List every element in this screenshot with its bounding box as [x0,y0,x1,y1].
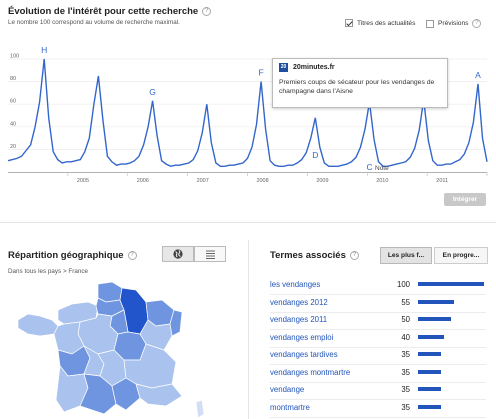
x-tick-label: 2010 [376,178,388,184]
related-term-bar [418,299,455,304]
news-marker-f[interactable]: F [258,68,263,78]
news-marker-d[interactable]: D [312,150,318,160]
related-term-bar [418,282,484,286]
help-icon[interactable]: ? [202,6,212,16]
interest-title-text: Évolution de l'intérêt pour cette recher… [8,6,199,17]
related-term-link[interactable]: vendanges 2011 [270,315,327,324]
related-term-row[interactable]: vendanges 2011 50 [270,312,486,330]
x-tick-label: 2005 [77,178,89,184]
map-view-button[interactable] [162,246,194,262]
related-term-bar [418,317,451,321]
chart-x-axis: 20052006200720082009201020112012 [67,172,496,184]
geo-breadcrumb[interactable]: Dans tous les pays > France [8,268,88,275]
embed-button[interactable]: Intégrer [444,193,486,206]
related-term-row[interactable]: vendanges emploi 40 [270,330,486,348]
related-term-bar [418,369,442,374]
interest-chart[interactable]: 20 40 60 80 100 2005 2006 2007 2008 2009 2010 2011… [0,26,496,191]
geo-title-text: Répartition géographique [8,250,124,261]
interest-title: Évolution de l'intérêt pour cette recher… [8,6,212,17]
y-tick-label: 20 [10,144,16,150]
x-tick-label: 2008 [256,178,268,184]
globe-icon [173,249,183,259]
related-term-link[interactable]: vendanges 2012 [270,298,328,307]
related-term-row[interactable]: montmartre 35 [270,400,486,418]
y-tick-label: 80 [10,76,16,82]
news-marker-h[interactable]: H [41,45,47,55]
section-divider [0,222,496,223]
related-term-row[interactable]: vendange 35 [270,382,486,400]
related-term-row[interactable]: vendanges montmartre 35 [270,365,486,383]
news-marker-c[interactable]: C [366,162,372,172]
related-term-link[interactable]: vendanges emploi [270,333,333,342]
related-term-value: 35 [401,367,410,377]
x-tick-label: 2007 [197,178,209,184]
related-term-value: 100 [396,280,410,289]
list-icon [206,250,215,259]
geo-help-icon[interactable]: ? [127,250,137,260]
related-term-bar [418,334,445,339]
related-term-link[interactable]: vendanges montmartre [270,368,350,377]
related-title-text: Termes associés [270,250,346,261]
related-term-link[interactable]: vendanges tardives [270,350,338,359]
news-source-icon: 20 [279,63,288,72]
related-term-link[interactable]: vendange [270,385,304,394]
column-divider [248,240,249,419]
related-term-bar [418,404,442,409]
geo-title: Répartition géographique? [8,250,137,261]
note-marker[interactable]: Note [375,165,389,172]
related-term-value: 50 [401,315,410,324]
related-term-bar [418,387,442,391]
related-term-link[interactable]: les vendanges [270,280,320,289]
y-tick-label: 100 [10,54,19,60]
news-marker-a[interactable]: A [475,70,481,80]
related-term-value: 55 [401,297,410,307]
related-help-icon[interactable]: ? [349,250,359,260]
news-headline[interactable]: Premiers coups de sécateur pour les vend… [279,78,441,96]
related-term-link[interactable]: montmartre [270,403,310,412]
related-term-value: 35 [401,350,410,359]
x-tick-label: 2011 [436,178,448,184]
tab-top-terms[interactable]: Les plus f... [380,247,432,264]
tab-rising-terms[interactable]: En progre... [434,247,488,264]
news-marker-g[interactable]: G [149,87,156,97]
y-tick-label: 40 [10,121,16,127]
related-title: Termes associés? [270,250,359,261]
interest-subtitle: Le nombre 100 correspond au volume de re… [8,19,180,26]
related-term-row[interactable]: les vendanges 100 [270,277,486,295]
related-term-value: 35 [401,402,410,412]
news-source-name[interactable]: 20minutes.fr [293,64,335,71]
related-term-bar [418,352,442,356]
x-tick-label: 2009 [316,178,328,184]
related-term-value: 40 [401,332,410,342]
chart-y-axis: 20 40 60 80 100 [10,54,19,150]
y-tick-label: 60 [10,99,16,105]
list-view-button[interactable] [194,246,226,262]
related-term-row[interactable]: vendanges 2012 55 [270,295,486,313]
related-term-row[interactable]: vendanges tardives 35 [270,347,486,365]
france-map[interactable] [0,280,240,419]
news-tooltip: 20 20minutes.fr Premiers coups de sécate… [272,58,448,108]
x-tick-label: 2006 [137,178,149,184]
related-term-value: 35 [401,385,410,394]
